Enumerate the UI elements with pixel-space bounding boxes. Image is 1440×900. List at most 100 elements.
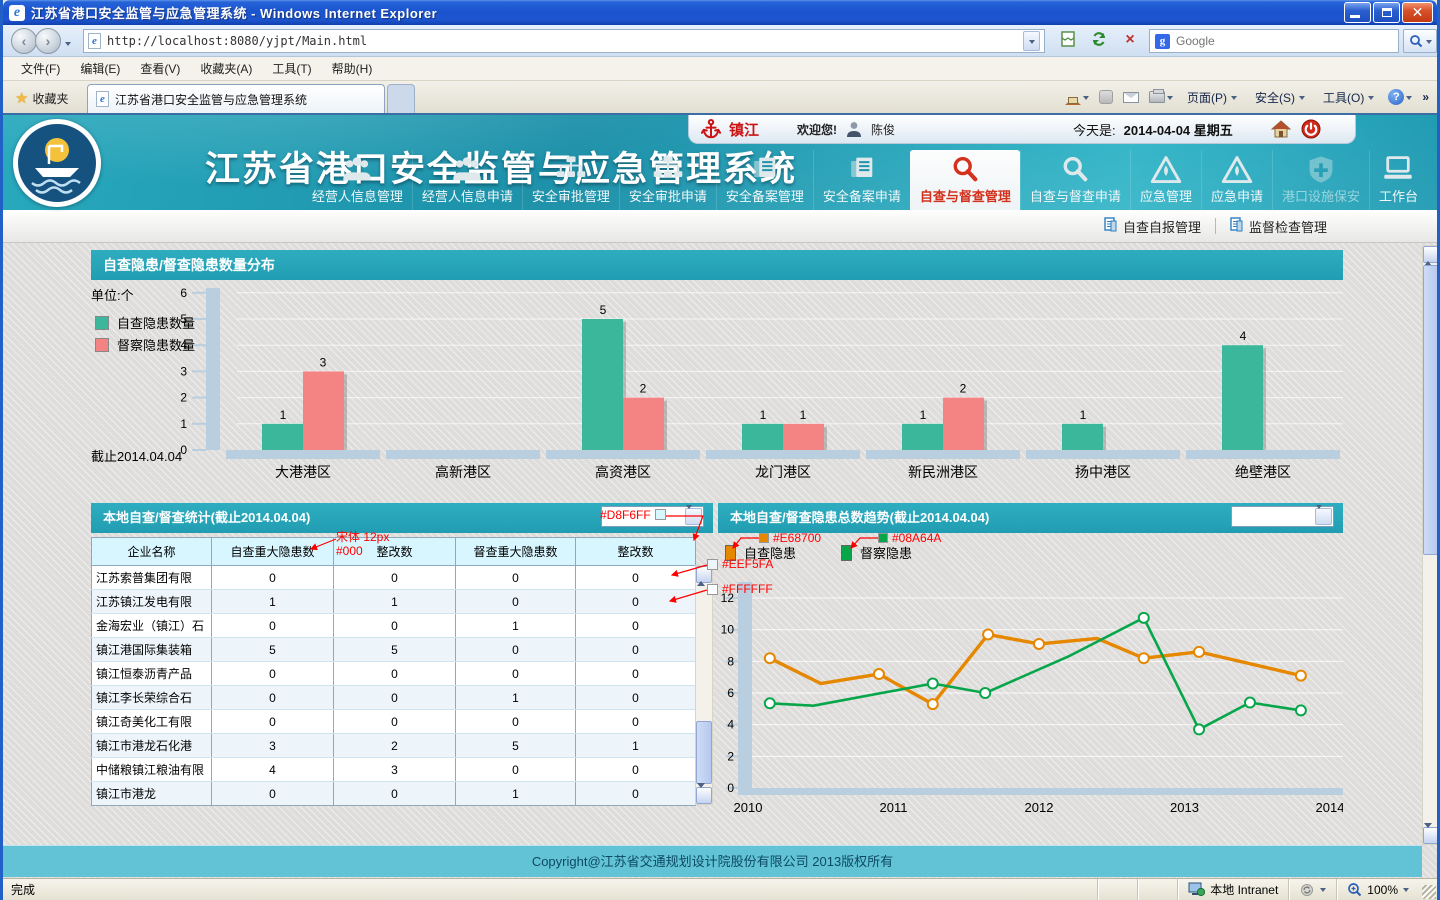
nav-item-label: 自查与督查管理 (920, 186, 1011, 205)
restore-button[interactable] (1373, 2, 1400, 23)
command-button[interactable]: 页面(P) (1183, 87, 1241, 108)
printer-icon (1149, 91, 1165, 103)
table-row[interactable]: 镇江奇美化工有限0000 (92, 710, 696, 734)
search-button[interactable] (1403, 29, 1437, 53)
chevron-down-icon (1167, 96, 1173, 103)
table-row[interactable]: 镇江市港龙0010 (92, 782, 696, 806)
nav-item-users[interactable]: 经营人信息申请 (412, 150, 522, 210)
close-button[interactable]: ✕ (1402, 2, 1433, 23)
browser-tab[interactable]: e 江苏省港口安全监管与应急管理系统 (87, 84, 385, 113)
address-field[interactable]: e http://localhost:8080/yjpt/Main.html (83, 29, 1045, 53)
address-dropdown-button[interactable] (1023, 31, 1040, 51)
back-button[interactable]: ‹ (11, 28, 37, 54)
minimize-button[interactable] (1344, 2, 1371, 23)
compatibility-view-button[interactable] (1055, 30, 1081, 52)
scroll-down-button[interactable] (696, 787, 712, 804)
value-cell: 5 (456, 734, 576, 758)
page-scrollbar[interactable] (1422, 245, 1437, 845)
menu-item[interactable]: 收藏夹(A) (190, 57, 262, 81)
nav-item-shield[interactable]: 港口设施保安 (1272, 150, 1369, 210)
svg-text:扬中港区: 扬中港区 (1075, 464, 1131, 480)
magnifier-icon (1057, 153, 1093, 185)
company-name-cell: 镇江市港龙石化港 (92, 734, 212, 758)
nav-item-laptop[interactable]: 工作台 (1369, 150, 1427, 210)
refresh-zone-icon (1299, 883, 1315, 897)
home-icon (1065, 90, 1081, 104)
menu-item[interactable]: 编辑(E) (70, 57, 130, 81)
chevron-down-icon (1083, 96, 1089, 103)
nav-item-org[interactable]: 安全审批管理 (522, 150, 619, 210)
nav-item-doc[interactable]: 安全备案管理 (716, 150, 813, 210)
menu-item[interactable]: 文件(F) (11, 57, 70, 81)
laptop-icon (1380, 153, 1416, 185)
search-box[interactable]: g (1149, 29, 1399, 53)
help-icon: ? (1388, 89, 1404, 105)
svg-text:0: 0 (727, 781, 734, 795)
print-button[interactable] (1149, 91, 1173, 103)
table-row[interactable]: 江苏镇江发电有限1100 (92, 590, 696, 614)
logout-power-icon[interactable] (1301, 119, 1321, 139)
nav-item-magnifier[interactable]: 自查与督查管理 (910, 150, 1020, 210)
search-input[interactable] (1176, 34, 1356, 48)
favorites-button[interactable]: ★ 收藏夹 (9, 86, 74, 110)
stop-button[interactable]: × (1117, 30, 1143, 52)
command-button[interactable]: 工具(O) (1319, 87, 1378, 108)
home-button[interactable] (1065, 90, 1089, 104)
menu-item[interactable]: 工具(T) (262, 57, 321, 81)
chevron-down-icon (1406, 96, 1412, 103)
table-row[interactable]: 镇江李长荣综合石0010 (92, 686, 696, 710)
zoom-level: 100% (1367, 883, 1398, 897)
overflow-chevron-icon[interactable]: » (1422, 90, 1429, 104)
table-row[interactable]: 镇江恒泰沥青产品0000 (92, 662, 696, 686)
menu-item[interactable]: 查看(V) (130, 57, 190, 81)
column-header: 自查重大隐患数 (212, 538, 334, 566)
divider (1215, 218, 1216, 234)
scrollbar-thumb[interactable] (696, 721, 712, 784)
user-strip: 镇江 欢迎您! 陈俊 今天是: 2014-04-04 星期五 (688, 115, 1356, 144)
value-cell: 0 (456, 710, 576, 734)
history-dropdown-icon[interactable] (65, 42, 71, 49)
table-row[interactable]: 中储粮镇江粮油有限4300 (92, 758, 696, 782)
table-row[interactable]: 金海宏业（镇江）石0010 (92, 614, 696, 638)
legend-label: 督察隐患 (860, 543, 912, 562)
nav-item-magnifier[interactable]: 自查与督查申请 (1020, 150, 1130, 210)
subnav-item[interactable]: 监督检查管理 (1230, 217, 1327, 236)
home-shortcut-icon[interactable] (1271, 120, 1291, 138)
table-row[interactable]: 镇江港国际集装箱5500 (92, 638, 696, 662)
nav-item-warning[interactable]: 应急申请 (1201, 150, 1272, 210)
mail-button[interactable] (1123, 92, 1139, 103)
help-button[interactable]: ? (1388, 89, 1412, 105)
subnav-item[interactable]: 自查自报管理 (1104, 217, 1201, 236)
line-filter-combobox[interactable] (1231, 506, 1334, 527)
svg-text:2: 2 (640, 382, 647, 396)
value-cell: 2 (334, 734, 456, 758)
value-cell: 1 (456, 686, 576, 710)
scroll-up-button[interactable] (1423, 246, 1437, 263)
protected-mode-button[interactable] (1288, 879, 1336, 900)
zoom-control[interactable]: 100% (1336, 879, 1419, 900)
forward-button[interactable]: › (35, 28, 61, 54)
warning-icon (1219, 153, 1255, 185)
command-button[interactable]: 安全(S) (1251, 87, 1309, 108)
feeds-button[interactable] (1099, 90, 1113, 104)
table-row[interactable]: 江苏索普集团有限0000 (92, 566, 696, 590)
refresh-button[interactable] (1086, 30, 1112, 52)
nav-item-doc[interactable]: 安全备案申请 (813, 150, 910, 210)
table-scrollbar[interactable] (695, 565, 713, 805)
scroll-down-button[interactable] (1423, 827, 1437, 844)
value-cell: 0 (334, 614, 456, 638)
nav-item-users[interactable]: 经营人信息管理 (303, 150, 412, 210)
scrollbar-thumb[interactable] (1423, 265, 1437, 555)
table-row[interactable]: 镇江市港龙石化港3251 (92, 734, 696, 758)
resize-grip[interactable] (1422, 885, 1436, 899)
nav-item-warning[interactable]: 应急管理 (1130, 150, 1201, 210)
annotation-font-color: #000 (336, 544, 363, 558)
nav-item-label: 应急申请 (1211, 186, 1263, 205)
search-options-icon[interactable] (1426, 40, 1432, 47)
document-icon (1230, 217, 1243, 235)
new-tab-stub[interactable] (387, 84, 415, 113)
nav-item-org[interactable]: 安全审批申请 (619, 150, 716, 210)
svg-text:2012: 2012 (1025, 800, 1054, 815)
subnav-item-label: 自查自报管理 (1123, 217, 1201, 236)
menu-item[interactable]: 帮助(H) (322, 57, 383, 81)
